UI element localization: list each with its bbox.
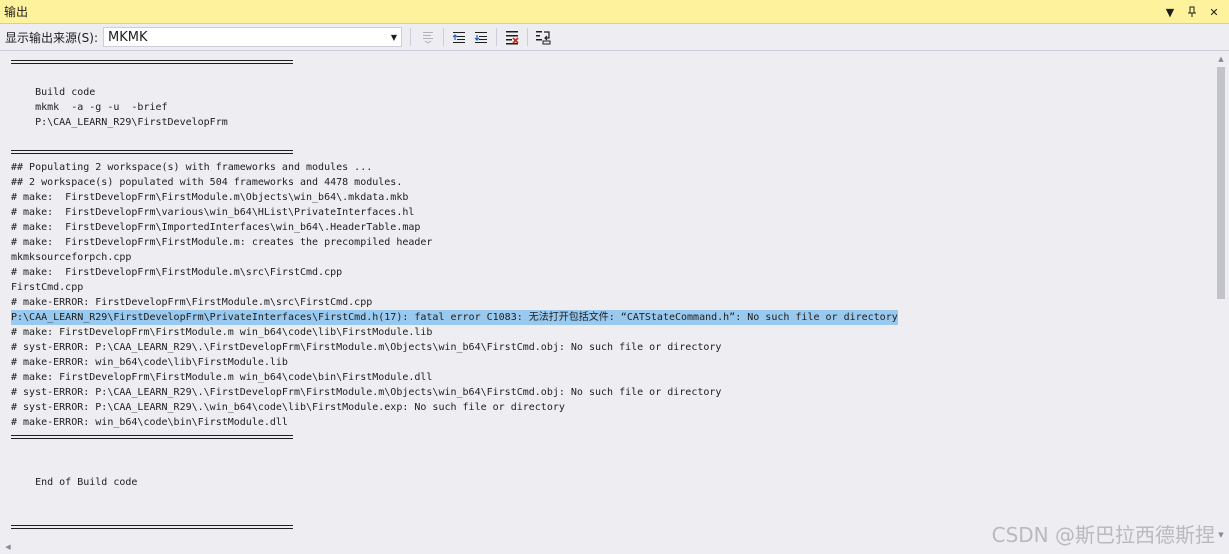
output-source-value: MKMK (108, 29, 148, 45)
output-line: # make: FirstDevelopFrm\various\win_b64\… (11, 207, 415, 218)
close-icon[interactable]: ✕ (1205, 3, 1223, 21)
selected-text[interactable]: P:\CAA_LEARN_R29\FirstDevelopFrm\Private… (11, 310, 898, 325)
output-line: # make: FirstDevelopFrm\FirstModule.m wi… (11, 372, 433, 383)
go-to-next-icon (474, 32, 488, 43)
output-line: # make-ERROR: win_b64\code\bin\FirstModu… (11, 417, 288, 428)
window-title: 输出 (4, 5, 29, 19)
toolbar-separator (496, 28, 498, 46)
output-line: P:\CAA_LEARN_R29\FirstDevelopFrm (11, 117, 228, 128)
double-line-rule (11, 150, 293, 154)
word-wrap-icon (536, 31, 551, 45)
output-line: End of Build code (11, 477, 138, 488)
output-line: ## 2 workspace(s) populated with 504 fra… (11, 177, 403, 188)
separator-rule (11, 430, 1211, 445)
separator-rule (11, 145, 1211, 160)
output-line: # make: FirstDevelopFrm\FirstModule.m wi… (11, 327, 433, 338)
go-to-previous-icon (452, 32, 466, 43)
output-line: Build code (11, 87, 96, 98)
output-line: mkmksourceforpch.cpp (11, 252, 132, 263)
find-message-in-code-button[interactable] (417, 26, 439, 48)
toolbar-separator (527, 28, 529, 46)
output-window-titlebar: 输出 ▼ ✕ (0, 0, 1229, 24)
output-line: ## Populating 2 workspace(s) with framew… (11, 162, 373, 173)
window-controls: ▼ ✕ (1161, 3, 1223, 21)
clear-all-icon (506, 31, 519, 45)
output-source-dropdown[interactable]: MKMK ▼ (103, 27, 403, 47)
output-line: # make-ERROR: FirstDevelopFrm\FirstModul… (11, 297, 373, 308)
output-line: # make: FirstDevelopFrm\ImportedInterfac… (11, 222, 421, 233)
double-line-rule (11, 60, 293, 64)
double-line-rule (11, 435, 293, 439)
vertical-scroll-thumb[interactable] (1217, 67, 1225, 299)
scroll-down-icon[interactable]: ▼ (1215, 529, 1227, 541)
toolbar-separator (443, 28, 445, 46)
go-to-code-icon (423, 32, 434, 44)
separator-rule (11, 55, 1211, 70)
output-line: # make: FirstDevelopFrm\FirstModule.m\sr… (11, 267, 343, 278)
scroll-up-icon[interactable]: ▲ (1215, 53, 1227, 65)
output-line: # make: FirstDevelopFrm\FirstModule.m\Ob… (11, 192, 409, 203)
double-line-rule (11, 525, 293, 529)
chevron-down-icon: ▼ (390, 32, 398, 42)
pin-icon[interactable] (1183, 3, 1201, 21)
previous-message-button[interactable] (448, 26, 470, 48)
clear-all-button[interactable] (501, 26, 523, 48)
output-line: # make-ERROR: win_b64\code\lib\FirstModu… (11, 357, 288, 368)
output-line: # syst-ERROR: P:\CAA_LEARN_R29\.\FirstDe… (11, 342, 722, 353)
output-text-area[interactable]: Build code mkmk -a -g -u -brief P:\CAA_L… (11, 55, 1211, 543)
output-toolbar: 显示输出来源(S): MKMK ▼ (0, 24, 1229, 50)
csdn-watermark: CSDN @斯巴拉西德斯捏 (991, 523, 1215, 547)
output-line: mkmk -a -g -u -brief (11, 102, 168, 113)
toggle-word-wrap-button[interactable] (532, 26, 554, 48)
toolbar-separator (410, 28, 412, 46)
output-line: # syst-ERROR: P:\CAA_LEARN_R29\.\win_b64… (11, 402, 565, 413)
scroll-left-icon[interactable]: ◀ (2, 541, 14, 553)
output-pane[interactable]: Build code mkmk -a -g -u -brief P:\CAA_L… (0, 50, 1229, 554)
output-line: # syst-ERROR: P:\CAA_LEARN_R29\.\FirstDe… (11, 387, 722, 398)
show-output-from-label: 显示输出来源(S): (5, 30, 99, 45)
next-message-button[interactable] (470, 26, 492, 48)
output-line: # make: FirstDevelopFrm\FirstModule.m: c… (11, 237, 433, 248)
output-line: FirstCmd.cpp (11, 282, 84, 293)
dropdown-menu-icon[interactable]: ▼ (1161, 3, 1179, 21)
selected-error-line: P:\CAA_LEARN_R29\FirstDevelopFrm\Private… (11, 310, 1211, 325)
vertical-scrollbar[interactable]: ▲ ▼ (1215, 53, 1227, 541)
